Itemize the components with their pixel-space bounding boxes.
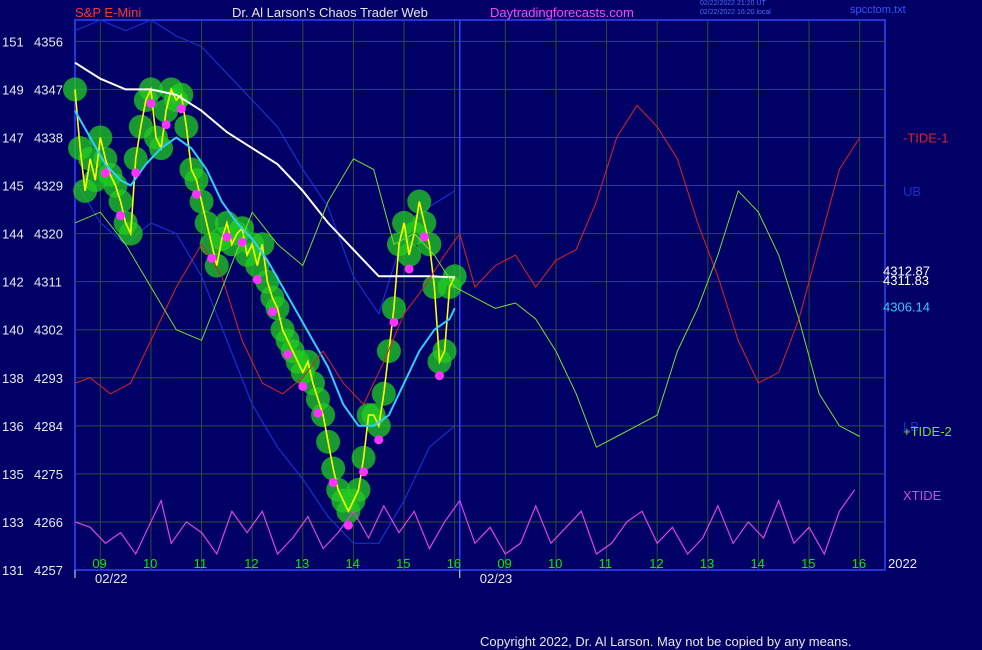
x-tick-label: 09 bbox=[92, 556, 106, 571]
right-label: +TIDE-2 bbox=[903, 424, 952, 439]
signal-dot bbox=[176, 104, 186, 114]
x-tick-label: 16 bbox=[852, 556, 866, 571]
y-tick-left: 147 bbox=[2, 130, 24, 145]
y-tick-price: 4302 bbox=[34, 323, 63, 338]
signal-dot bbox=[161, 120, 171, 130]
signal-dot bbox=[328, 478, 338, 488]
y-tick-price: 4329 bbox=[34, 179, 63, 194]
y-tick-left: 149 bbox=[2, 82, 24, 97]
x-tick-label: 16 bbox=[447, 556, 461, 571]
instrument-title: S&P E-Mini bbox=[75, 5, 142, 20]
y-tick-left: 151 bbox=[2, 34, 24, 49]
x-tick-label: 12 bbox=[649, 556, 663, 571]
y-tick-price: 4356 bbox=[34, 34, 63, 49]
signal-dot bbox=[222, 232, 232, 242]
signal-dot bbox=[404, 264, 414, 274]
price-bubbles bbox=[63, 77, 467, 524]
site-url[interactable]: Daytradingforecasts.com bbox=[490, 5, 634, 20]
plot-frame bbox=[74, 19, 886, 571]
signal-dot bbox=[207, 253, 217, 263]
y-tick-left: 133 bbox=[2, 515, 24, 530]
x-tick-label: 10 bbox=[548, 556, 562, 571]
y-tick-left: 142 bbox=[2, 275, 24, 290]
x-tick-label: 11 bbox=[194, 556, 208, 571]
signal-dot bbox=[192, 189, 201, 199]
signal-dot bbox=[419, 232, 429, 242]
timestamp-utc: 02/22/2022 21:20 UT bbox=[700, 0, 766, 7]
y-tick-price: 4338 bbox=[34, 130, 63, 145]
y-tick-price: 4293 bbox=[34, 371, 63, 386]
y-tick-left: 138 bbox=[2, 371, 24, 386]
date-label: 02/23 bbox=[480, 571, 513, 586]
grid bbox=[74, 19, 886, 571]
y-tick-price: 4320 bbox=[34, 227, 63, 242]
y-tick-left: 144 bbox=[2, 227, 24, 242]
year-label: 2022 bbox=[888, 556, 917, 571]
right-label: XTIDE bbox=[903, 488, 942, 503]
signal-dot bbox=[359, 467, 369, 477]
y-tick-price: 4266 bbox=[34, 515, 63, 530]
x-tick-label: 14 bbox=[750, 556, 764, 571]
signal-dot bbox=[389, 317, 399, 327]
y-tick-left: 136 bbox=[2, 419, 24, 434]
y-tick-left: 131 bbox=[2, 563, 24, 578]
x-tick-label: 11 bbox=[599, 556, 613, 571]
signal-dot bbox=[374, 435, 384, 445]
x-tick-label: 10 bbox=[143, 556, 157, 571]
signal-dot bbox=[267, 307, 277, 317]
x-tick-label: 13 bbox=[295, 556, 309, 571]
signal-dot bbox=[343, 520, 353, 530]
y-tick-left: 140 bbox=[2, 323, 24, 338]
x-tick-label: 15 bbox=[396, 556, 410, 571]
x-tick-label: 12 bbox=[244, 556, 258, 571]
data-file: spcctom.txt bbox=[850, 4, 906, 16]
last-price-label: 4306.14 bbox=[883, 300, 930, 315]
right-label: UB bbox=[903, 184, 921, 199]
y-tick-price: 4284 bbox=[34, 419, 63, 434]
chart: 151 4356 149 4347 147 4338 145 4329 144 4320 142 43… bbox=[2, 19, 952, 586]
signal-dot bbox=[146, 98, 156, 108]
signal-dot bbox=[100, 168, 110, 178]
x-tick-label: 14 bbox=[345, 556, 359, 571]
signal-dot bbox=[237, 237, 247, 247]
right-label: -TIDE-1 bbox=[903, 130, 949, 145]
signal-dot bbox=[313, 408, 323, 418]
last-price-label: 4311.83 bbox=[883, 273, 929, 288]
y-tick-left: 145 bbox=[2, 179, 24, 194]
x-tick-label: 15 bbox=[801, 556, 815, 571]
signal-dot bbox=[435, 371, 444, 381]
x-tick-label: 09 bbox=[497, 556, 511, 571]
signal-dot bbox=[131, 168, 141, 178]
y-tick-price: 4311 bbox=[34, 275, 62, 290]
signal-dot bbox=[252, 275, 262, 285]
y-tick-left: 135 bbox=[2, 467, 24, 482]
copyright: Copyright 2022, Dr. Al Larson. May not b… bbox=[480, 634, 852, 649]
y-tick-price: 4275 bbox=[34, 467, 63, 482]
signal-dot bbox=[116, 211, 126, 221]
timestamp-local: 02/22/2022 16:20 local bbox=[700, 9, 771, 16]
date-label: 02/22 bbox=[95, 571, 128, 586]
y-tick-price: 4257 bbox=[34, 563, 63, 578]
y-tick-price: 4347 bbox=[34, 82, 63, 97]
signal-dot bbox=[298, 381, 308, 391]
site-title: Dr. Al Larson's Chaos Trader Web bbox=[232, 5, 428, 20]
signal-dot bbox=[283, 349, 293, 359]
x-tick-label: 13 bbox=[700, 556, 714, 571]
